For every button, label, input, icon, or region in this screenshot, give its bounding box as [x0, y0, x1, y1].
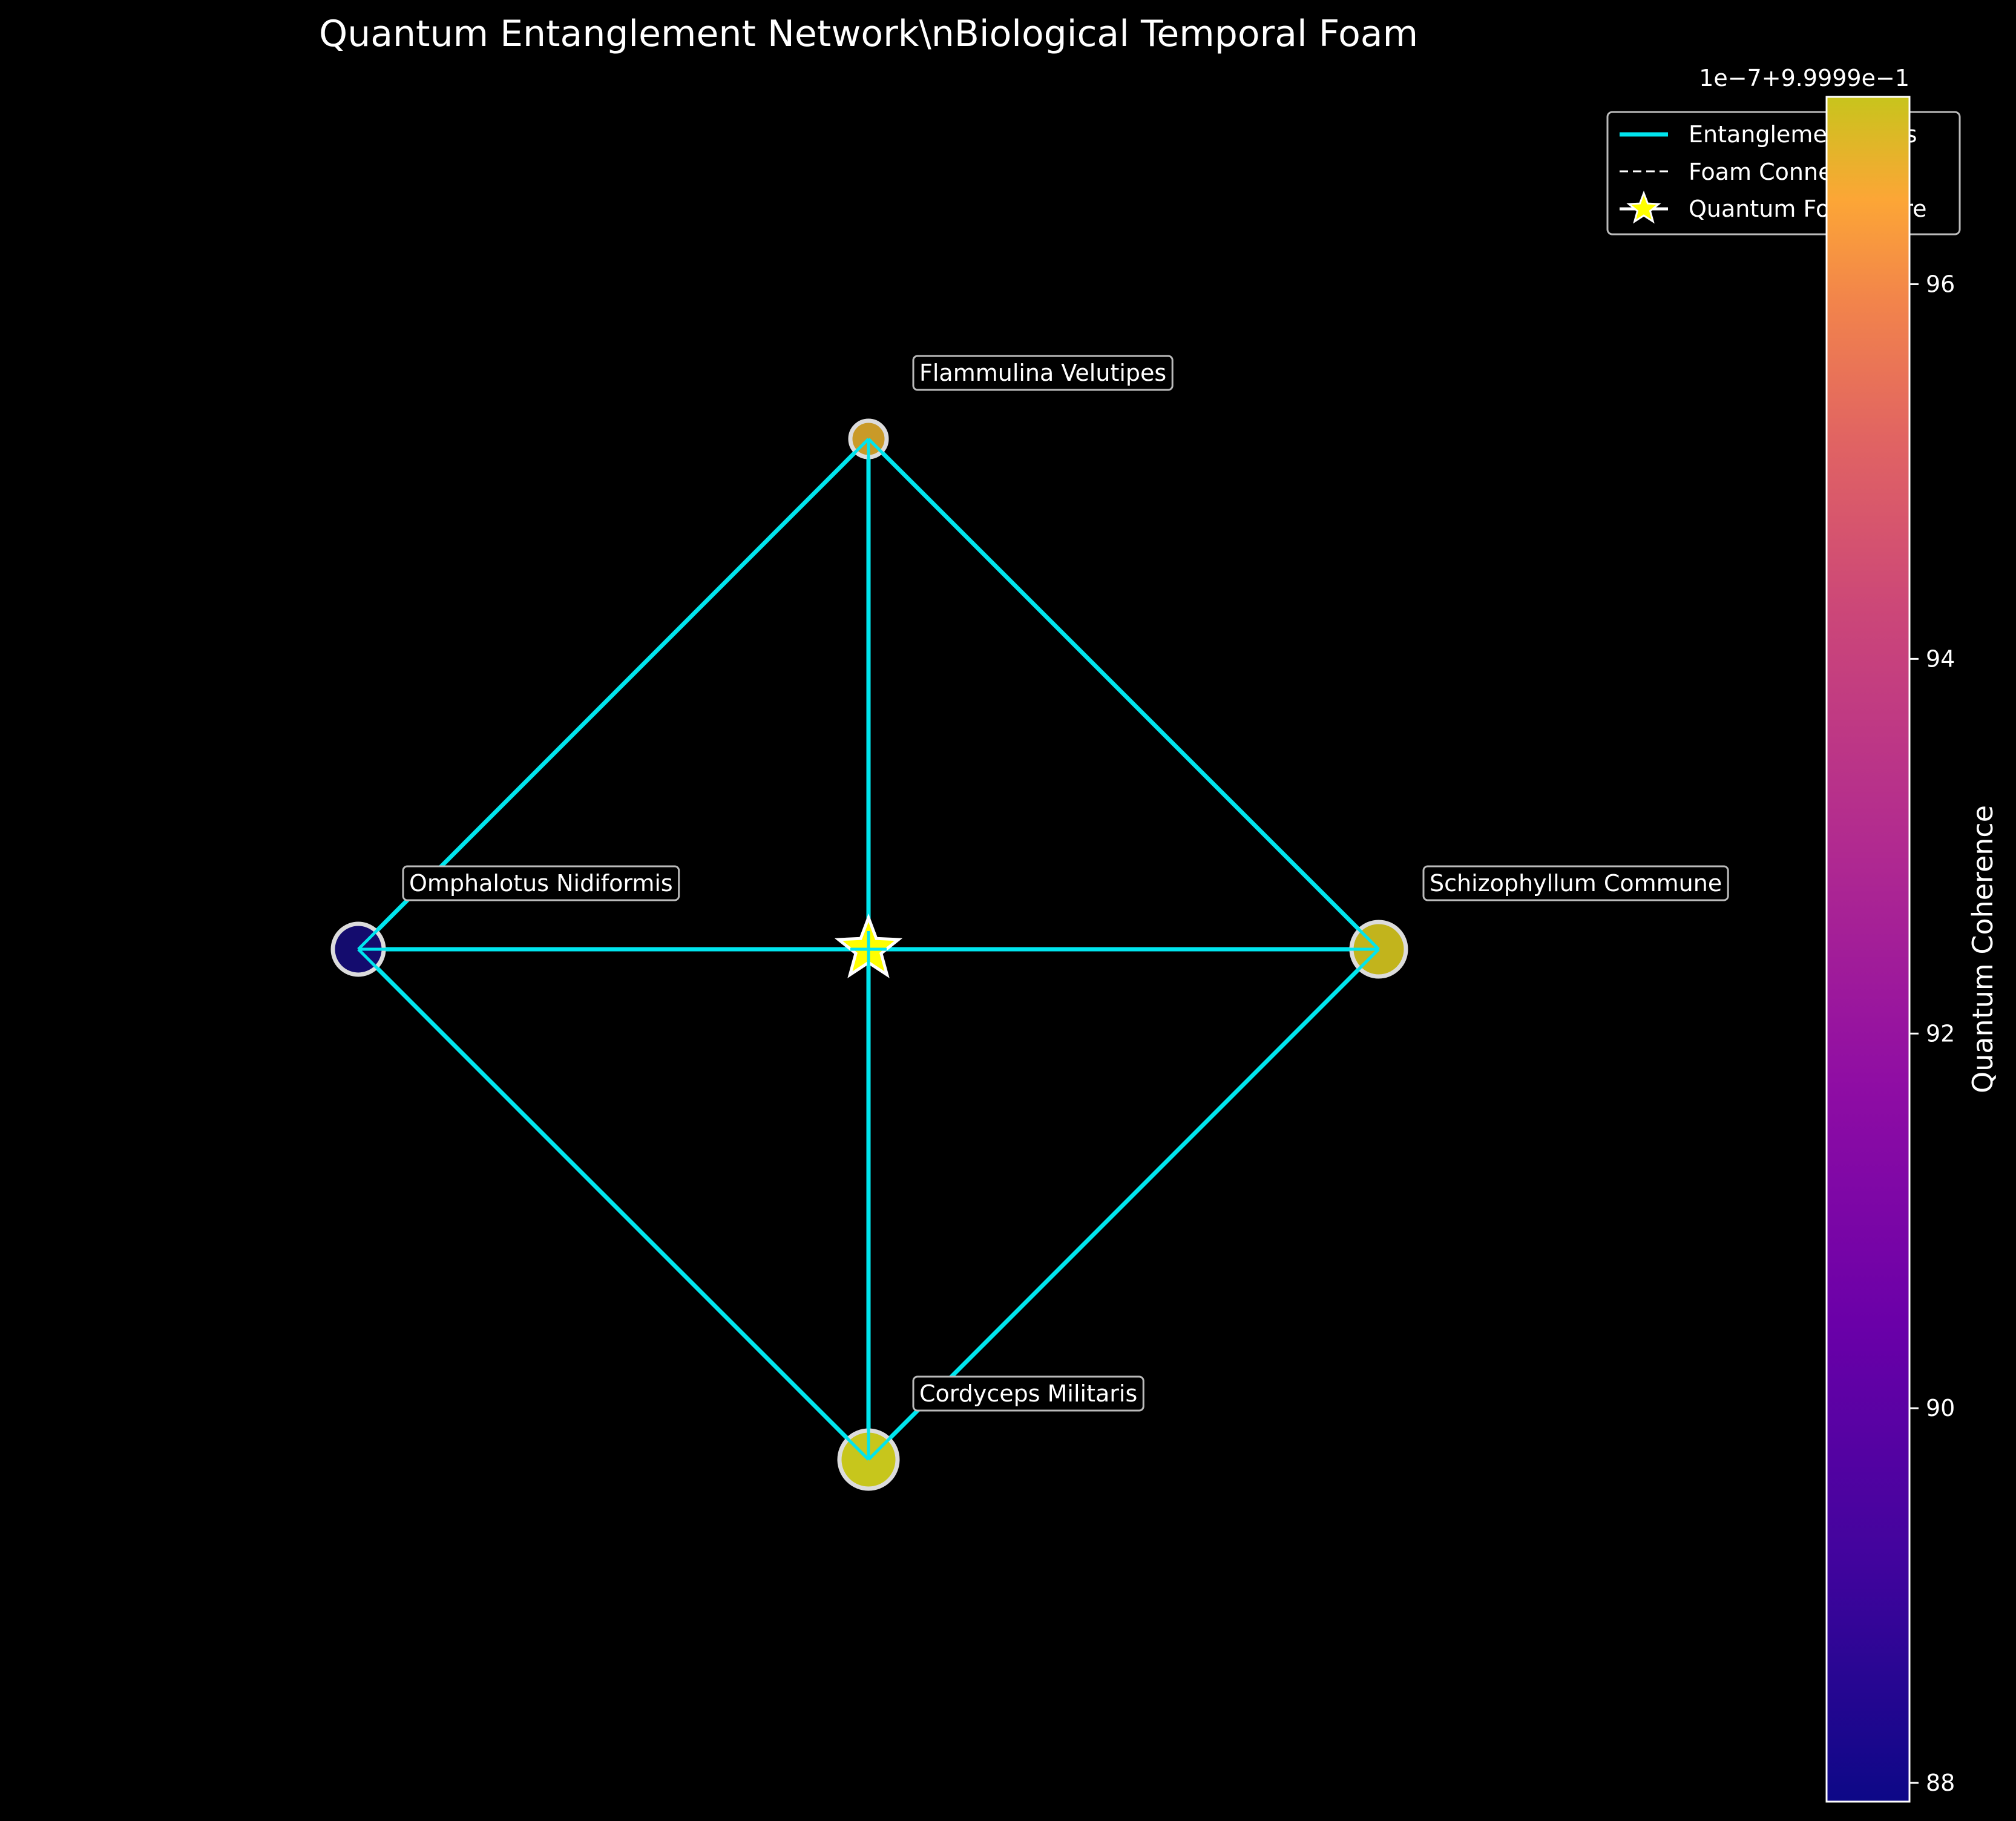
node-label-text: Cordyceps Militaris — [919, 1380, 1137, 1407]
quantum-core — [834, 913, 903, 978]
label-omphalotus-nidiformis: Omphalotus Nidiformis — [402, 865, 680, 901]
entanglement-link-overlay-1 — [867, 438, 1380, 950]
label-cordyceps-militaris: Cordyceps Militaris — [912, 1375, 1144, 1412]
node-label-text: Flammulina Velutipes — [919, 360, 1166, 386]
node-labels: Flammulina Velutipes Omphalotus Nidiformi… — [402, 355, 1729, 1412]
colorbar-tick-label-96: 96 — [1926, 271, 1955, 297]
colorbar-ticks: 88 90 92 94 96 — [1909, 271, 1955, 1796]
colorbar-tick-label-88: 88 — [1926, 1770, 1955, 1796]
node-label-text: Omphalotus Nidiformis — [409, 870, 673, 897]
colorbar: 88 90 92 94 96 1e−7+9.9999e−1 Quantum Cohere… — [1699, 65, 1999, 1803]
label-schizophyllum-commune: Schizophyllum Commune — [1422, 865, 1729, 901]
colorbar-offset-label: 1e−7+9.9999e−1 — [1699, 65, 1909, 91]
entanglement-link-overlay-2 — [357, 948, 870, 1461]
node-label-text: Schizophyllum Commune — [1430, 870, 1722, 897]
colorbar-tick-label-94: 94 — [1926, 645, 1955, 672]
network-chart: Quantum Entanglement Network\nBiological… — [319, 13, 1999, 1803]
colorbar-label: Quantum Coherence — [1966, 805, 1999, 1093]
label-flammulina-velutipes: Flammulina Velutipes — [912, 355, 1174, 391]
colorbar-gradient — [1825, 96, 1911, 1803]
chart-title: Quantum Entanglement Network\nBiological… — [319, 13, 1418, 55]
colorbar-tick-label-92: 92 — [1926, 1020, 1955, 1047]
colorbar-tick-label-90: 90 — [1926, 1395, 1955, 1421]
